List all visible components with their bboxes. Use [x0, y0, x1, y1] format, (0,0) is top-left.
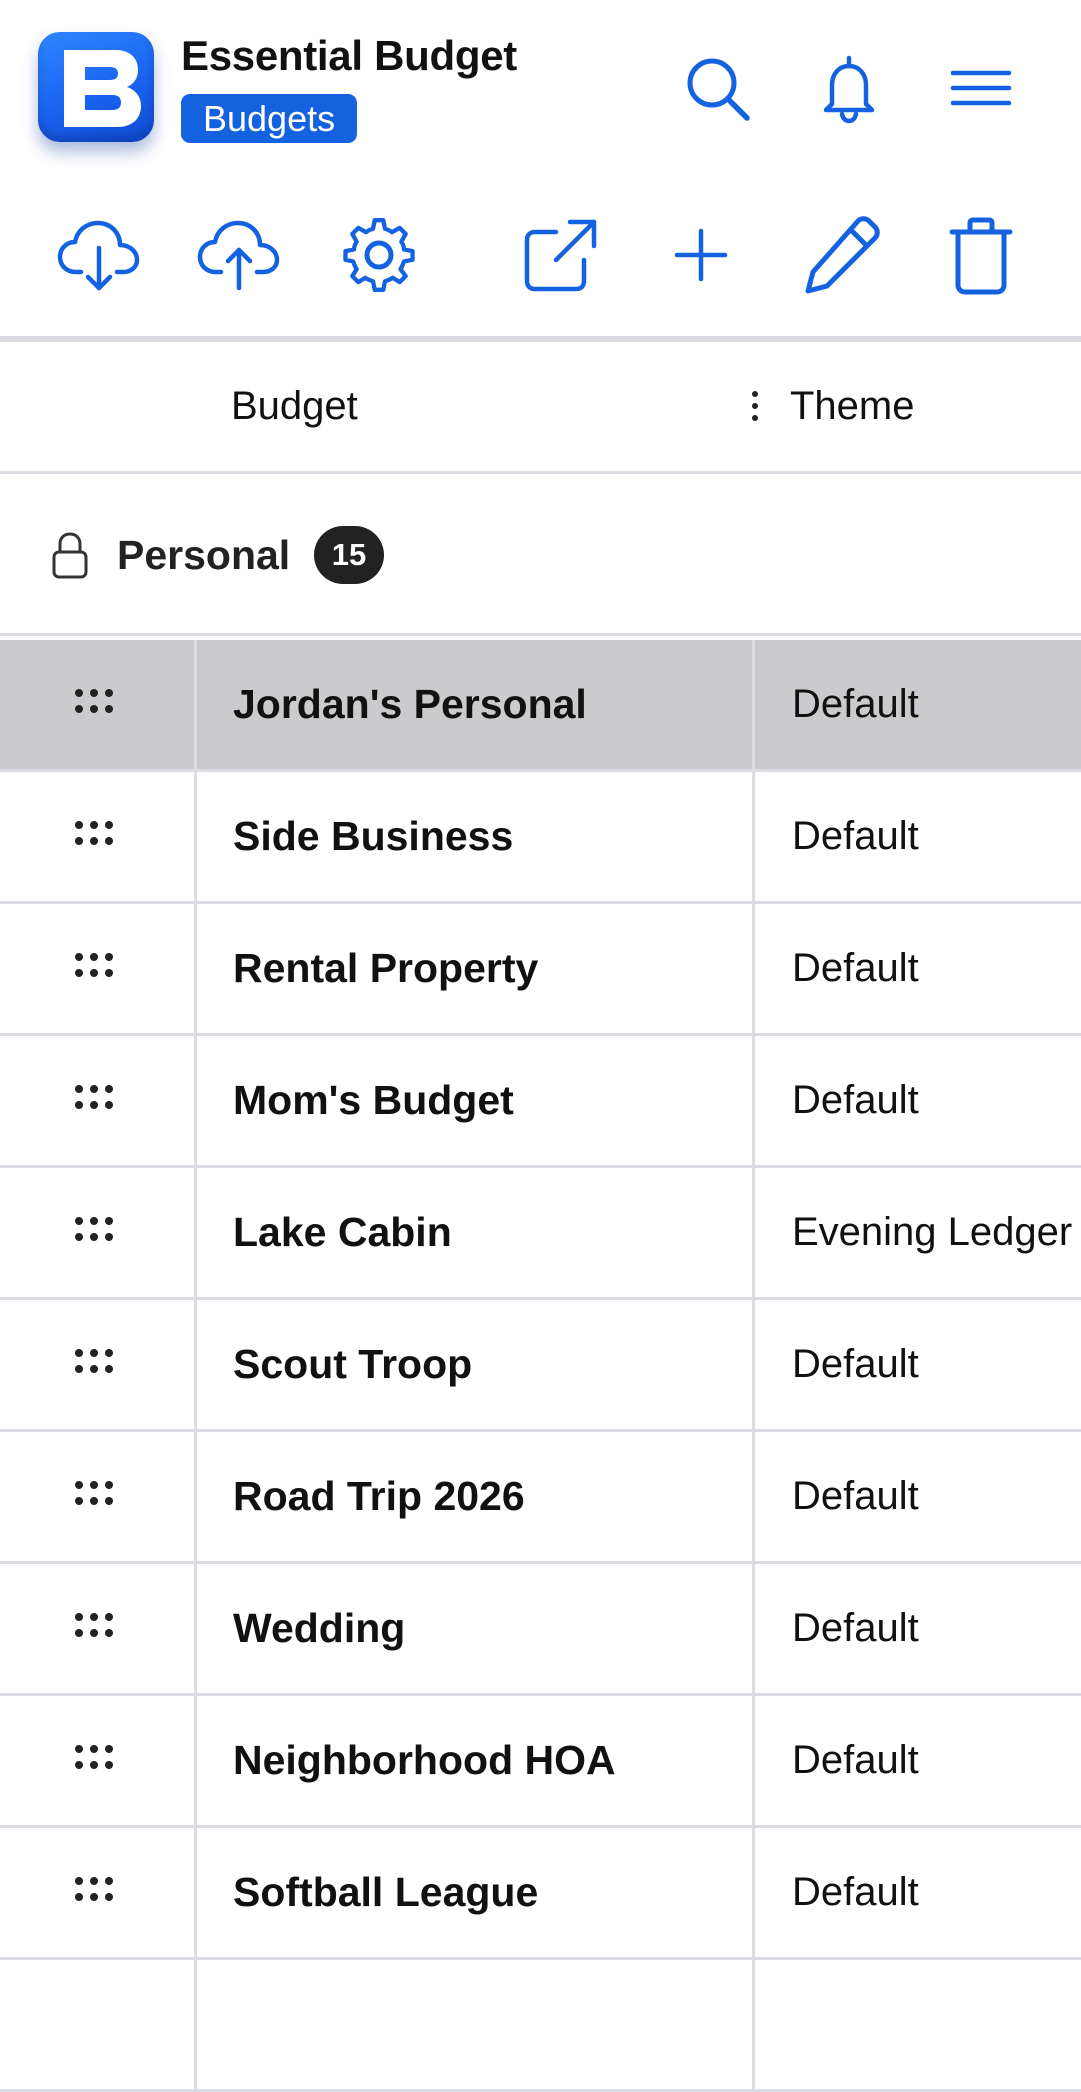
- budget-name-cell: Rental Property: [197, 904, 755, 1033]
- settings-button[interactable]: [334, 210, 424, 300]
- cloud-download-icon: [57, 220, 140, 291]
- budget-name-cell: Jordan's Personal: [197, 640, 755, 769]
- drag-handle[interactable]: [0, 1432, 197, 1561]
- app-logo: [38, 32, 154, 142]
- lock-icon: [52, 532, 88, 579]
- bell-icon: [823, 55, 875, 124]
- theme-cell: Default: [792, 1870, 919, 1914]
- edit-button[interactable]: [796, 210, 886, 300]
- theme-cell: Default: [792, 1738, 919, 1782]
- delete-button[interactable]: [936, 210, 1026, 300]
- external-link-icon: [524, 219, 597, 292]
- table-row[interactable]: Softball League Default: [0, 1828, 1081, 1960]
- theme-cell: Default: [792, 1474, 919, 1518]
- add-budget-button[interactable]: [656, 210, 746, 300]
- gear-icon: [343, 218, 415, 292]
- table-row[interactable]: [0, 1960, 1081, 2092]
- drag-handle[interactable]: [0, 1696, 197, 1825]
- drag-handle[interactable]: [0, 772, 197, 901]
- open-external-button[interactable]: [514, 210, 604, 300]
- table-row[interactable]: Scout Troop Default: [0, 1300, 1081, 1432]
- table-row[interactable]: Road Trip 2026 Default: [0, 1432, 1081, 1564]
- drag-handle-icon: [75, 952, 113, 977]
- search-button[interactable]: [681, 52, 753, 124]
- drag-handle-icon: [75, 1612, 113, 1637]
- drag-handle-icon: [75, 1348, 113, 1373]
- hamburger-menu-icon: [950, 70, 1012, 106]
- theme-cell: [755, 1960, 1081, 2089]
- table-row[interactable]: Jordan's Personal Default: [0, 640, 1081, 772]
- table-row[interactable]: Side Business Default: [0, 772, 1081, 904]
- budget-name-cell: Side Business: [197, 772, 755, 901]
- drag-handle[interactable]: [0, 1960, 197, 2089]
- notifications-button[interactable]: [813, 52, 885, 124]
- app-header: Essential Budget Budgets: [0, 0, 1081, 178]
- budget-name-cell: Scout Troop: [197, 1300, 755, 1429]
- drag-handle-icon: [75, 1744, 113, 1769]
- theme-cell: Default: [792, 946, 919, 990]
- budget-name-cell: Softball League: [197, 1828, 755, 1957]
- download-button[interactable]: [54, 210, 144, 300]
- logo-letter-e-icon: [64, 50, 141, 127]
- drag-handle[interactable]: [0, 904, 197, 1033]
- theme-cell: Default: [792, 1606, 919, 1650]
- budget-name-cell: Road Trip 2026: [197, 1432, 755, 1561]
- table-header: Budget Theme: [0, 342, 1081, 474]
- column-header-theme[interactable]: Theme: [790, 384, 915, 429]
- theme-cell: Default: [792, 682, 919, 726]
- table-row[interactable]: Neighborhood HOA Default: [0, 1696, 1081, 1828]
- drag-handle-icon: [75, 1216, 113, 1241]
- trash-icon: [949, 217, 1013, 295]
- drag-handle[interactable]: [0, 1300, 197, 1429]
- group-count-badge: 15: [314, 526, 384, 584]
- budget-name-cell: Wedding: [197, 1564, 755, 1693]
- drag-handle-icon: [75, 1084, 113, 1109]
- drag-handle[interactable]: [0, 1168, 197, 1297]
- group-label: Personal: [117, 532, 291, 578]
- drag-handle[interactable]: [0, 1828, 197, 1957]
- drag-handle[interactable]: [0, 1564, 197, 1693]
- budget-name-cell: Neighborhood HOA: [197, 1696, 755, 1825]
- toolbar: [0, 200, 1081, 310]
- cloud-upload-icon: [197, 220, 280, 291]
- column-resize-handle-icon[interactable]: [745, 386, 765, 426]
- drag-handle-icon: [75, 1480, 113, 1505]
- budget-list: Jordan's Personal Default Side Business Def…: [0, 640, 1081, 2092]
- table-row[interactable]: Lake Cabin Evening Ledger: [0, 1168, 1081, 1300]
- upload-button[interactable]: [194, 210, 284, 300]
- theme-cell: Default: [792, 1078, 919, 1122]
- plus-icon: [674, 228, 728, 282]
- pencil-icon: [805, 216, 880, 294]
- drag-handle-icon: [75, 688, 113, 713]
- drag-handle-icon: [75, 820, 113, 845]
- budget-name-cell: Mom's Budget: [197, 1036, 755, 1165]
- theme-cell: Default: [792, 1342, 919, 1386]
- table-row[interactable]: Rental Property Default: [0, 904, 1081, 1036]
- drag-handle-icon: [75, 1876, 113, 1901]
- drag-handle[interactable]: [0, 1036, 197, 1165]
- budget-name-cell: Lake Cabin: [197, 1168, 755, 1297]
- drag-handle[interactable]: [0, 640, 197, 769]
- theme-cell: Evening Ledger: [792, 1210, 1073, 1254]
- table-row[interactable]: Mom's Budget Default: [0, 1036, 1081, 1168]
- column-header-budget[interactable]: Budget: [231, 384, 358, 429]
- group-header-personal[interactable]: Personal 15: [0, 474, 1081, 636]
- budget-name-cell: [197, 1960, 755, 2089]
- app-title: Essential Budget: [181, 32, 517, 79]
- menu-button[interactable]: [945, 52, 1017, 124]
- theme-cell: Default: [792, 814, 919, 858]
- section-badge[interactable]: Budgets: [181, 94, 358, 143]
- search-icon: [687, 58, 750, 121]
- table-row[interactable]: Wedding Default: [0, 1564, 1081, 1696]
